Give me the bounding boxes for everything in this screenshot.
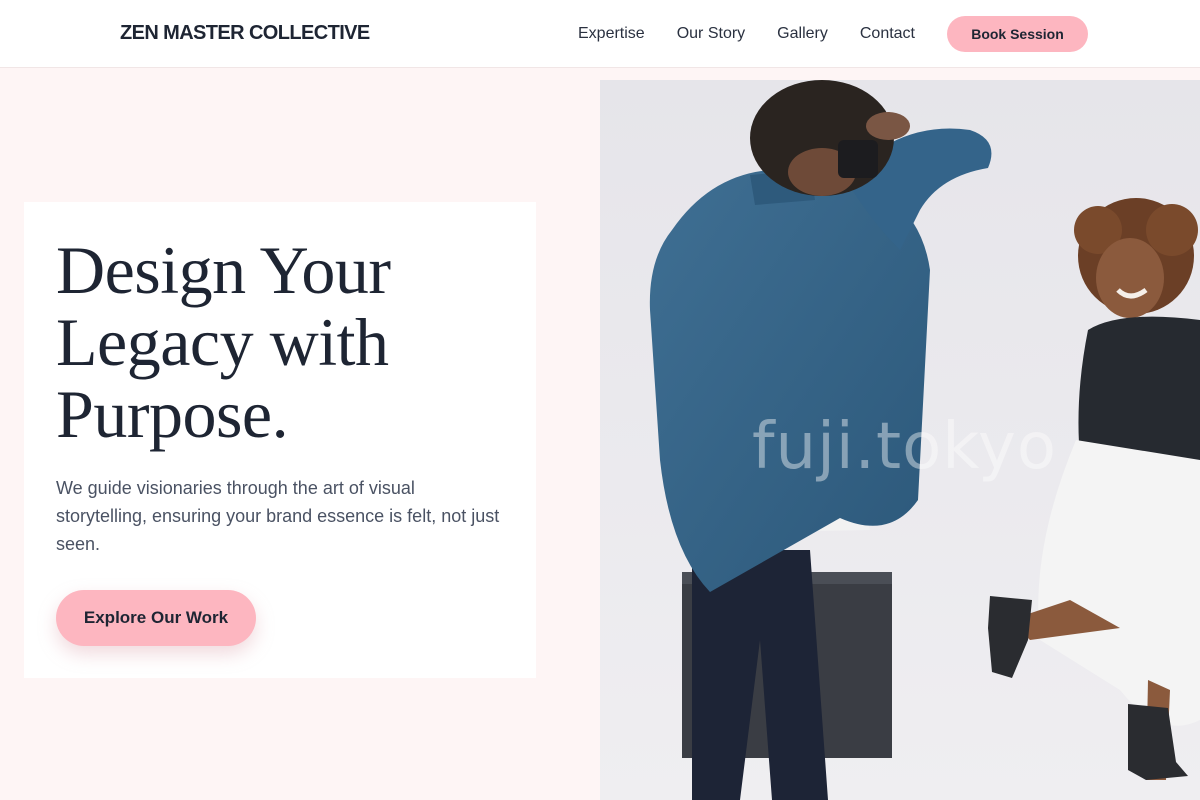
- book-session-button[interactable]: Book Session: [947, 16, 1088, 52]
- site-header: ZEN MASTER COLLECTIVE Expertise Our Stor…: [0, 0, 1200, 68]
- brand-logo[interactable]: ZEN MASTER COLLECTIVE: [120, 22, 370, 45]
- hero-title-line: Purpose.: [56, 376, 289, 452]
- hero-description: We guide visionaries through the art of …: [56, 478, 500, 554]
- nav-link-our-story[interactable]: Our Story: [677, 25, 745, 43]
- hero-title-line: Legacy with: [56, 304, 389, 380]
- hero-photo: fuji.tokyo: [600, 80, 1200, 800]
- photo-watermark: fuji.tokyo: [752, 410, 1058, 484]
- hero-title-line: Design Your: [56, 232, 391, 308]
- hero-title: Design Your Legacy with Purpose.: [56, 234, 516, 450]
- hero-card: Design Your Legacy with Purpose. We guid…: [24, 202, 536, 678]
- main-nav: Expertise Our Story Gallery Contact Book…: [578, 16, 1088, 52]
- nav-link-contact[interactable]: Contact: [860, 25, 915, 43]
- nav-link-gallery[interactable]: Gallery: [777, 25, 828, 43]
- nav-link-expertise[interactable]: Expertise: [578, 25, 645, 43]
- explore-work-button[interactable]: Explore Our Work: [56, 590, 256, 646]
